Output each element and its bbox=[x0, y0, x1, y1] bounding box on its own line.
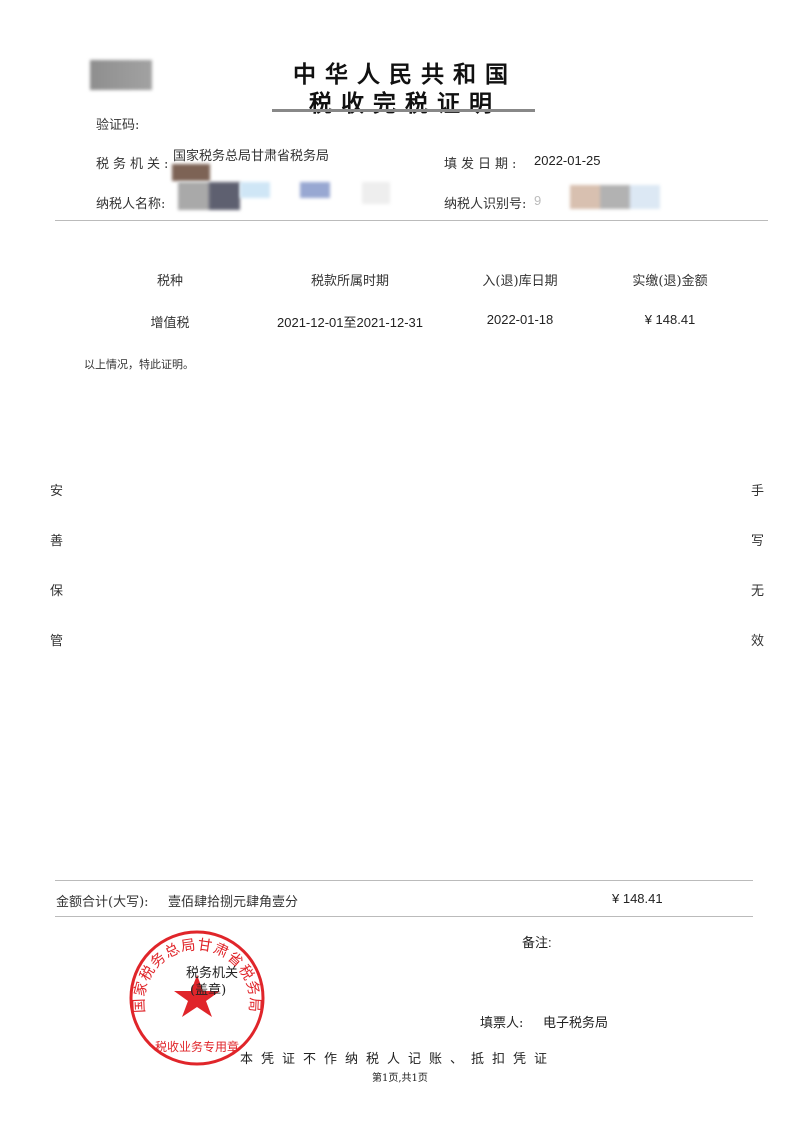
redacted-block bbox=[240, 182, 270, 198]
side-right-char: 写 bbox=[751, 534, 765, 549]
column-header-date: 入(退)库日期 bbox=[482, 274, 558, 289]
tax-office-label: 税务机关: bbox=[96, 157, 173, 172]
tax-office-value: 国家税务总局甘肃省税务局 bbox=[173, 149, 330, 164]
total-amount: ¥ 148.41 bbox=[612, 891, 663, 906]
divider bbox=[55, 916, 753, 917]
side-left-char: 保 bbox=[50, 584, 64, 599]
side-left-char: 管 bbox=[50, 634, 64, 649]
official-seal: 国家税务总局甘肃省税务局 税收业务专用章 bbox=[129, 930, 265, 1066]
table-cell-amount: ¥ 148.41 bbox=[644, 312, 696, 327]
taxpayer-name-label: 纳税人名称: bbox=[96, 197, 166, 212]
footer-notice: 本凭证不作纳税人记账、抵扣凭证 bbox=[240, 1052, 556, 1067]
taxpayer-id-label: 纳税人识别号: bbox=[444, 197, 527, 212]
statement-text: 以上情况，特此证明。 bbox=[84, 358, 194, 371]
redacted-block bbox=[90, 60, 152, 90]
verify-code-label: 验证码: bbox=[96, 118, 140, 133]
title-underline bbox=[272, 109, 535, 112]
remark-label: 备注: bbox=[522, 935, 552, 950]
divider bbox=[55, 220, 768, 221]
table-cell-tax-type: 增值税 bbox=[150, 316, 190, 331]
issue-date-value: 2022-01-25 bbox=[534, 153, 601, 168]
redacted-block bbox=[178, 182, 240, 210]
total-label: 金额合计(大写): bbox=[56, 895, 149, 910]
side-right-char: 手 bbox=[751, 484, 765, 499]
filler-value: 电子税务局 bbox=[543, 1016, 609, 1031]
divider bbox=[55, 880, 753, 881]
total-amount-words: 壹佰肆拾捌元肆角壹分 bbox=[168, 895, 299, 910]
page-info: 第1页,共1页 bbox=[372, 1073, 428, 1084]
issue-date-label: 填发日期: bbox=[444, 157, 521, 172]
table-cell-date: 2022-01-18 bbox=[486, 312, 554, 327]
title-line-2: 税收完税证明 bbox=[309, 91, 501, 117]
redacted-block bbox=[300, 182, 330, 198]
side-right-char: 无 bbox=[751, 584, 765, 599]
redacted-block bbox=[362, 182, 390, 204]
side-left-char: 善 bbox=[50, 534, 64, 549]
column-header-tax-type: 税种 bbox=[156, 274, 183, 289]
column-header-period: 税款所属时期 bbox=[310, 274, 389, 289]
redacted-block bbox=[172, 164, 210, 181]
seal-bottom-text: 税收业务专用章 bbox=[155, 1039, 239, 1054]
taxpayer-id-partial: 9 bbox=[534, 193, 542, 208]
redacted-block bbox=[570, 185, 660, 209]
table-cell-period: 2021-12-01至2021-12-31 bbox=[277, 315, 423, 330]
side-right-char: 效 bbox=[751, 634, 765, 649]
column-header-amount: 实缴(退)金额 bbox=[632, 274, 708, 289]
side-left-char: 安 bbox=[50, 484, 64, 499]
stamp-line-2: (盖章) bbox=[190, 983, 227, 998]
filler-label: 填票人: bbox=[480, 1016, 524, 1031]
